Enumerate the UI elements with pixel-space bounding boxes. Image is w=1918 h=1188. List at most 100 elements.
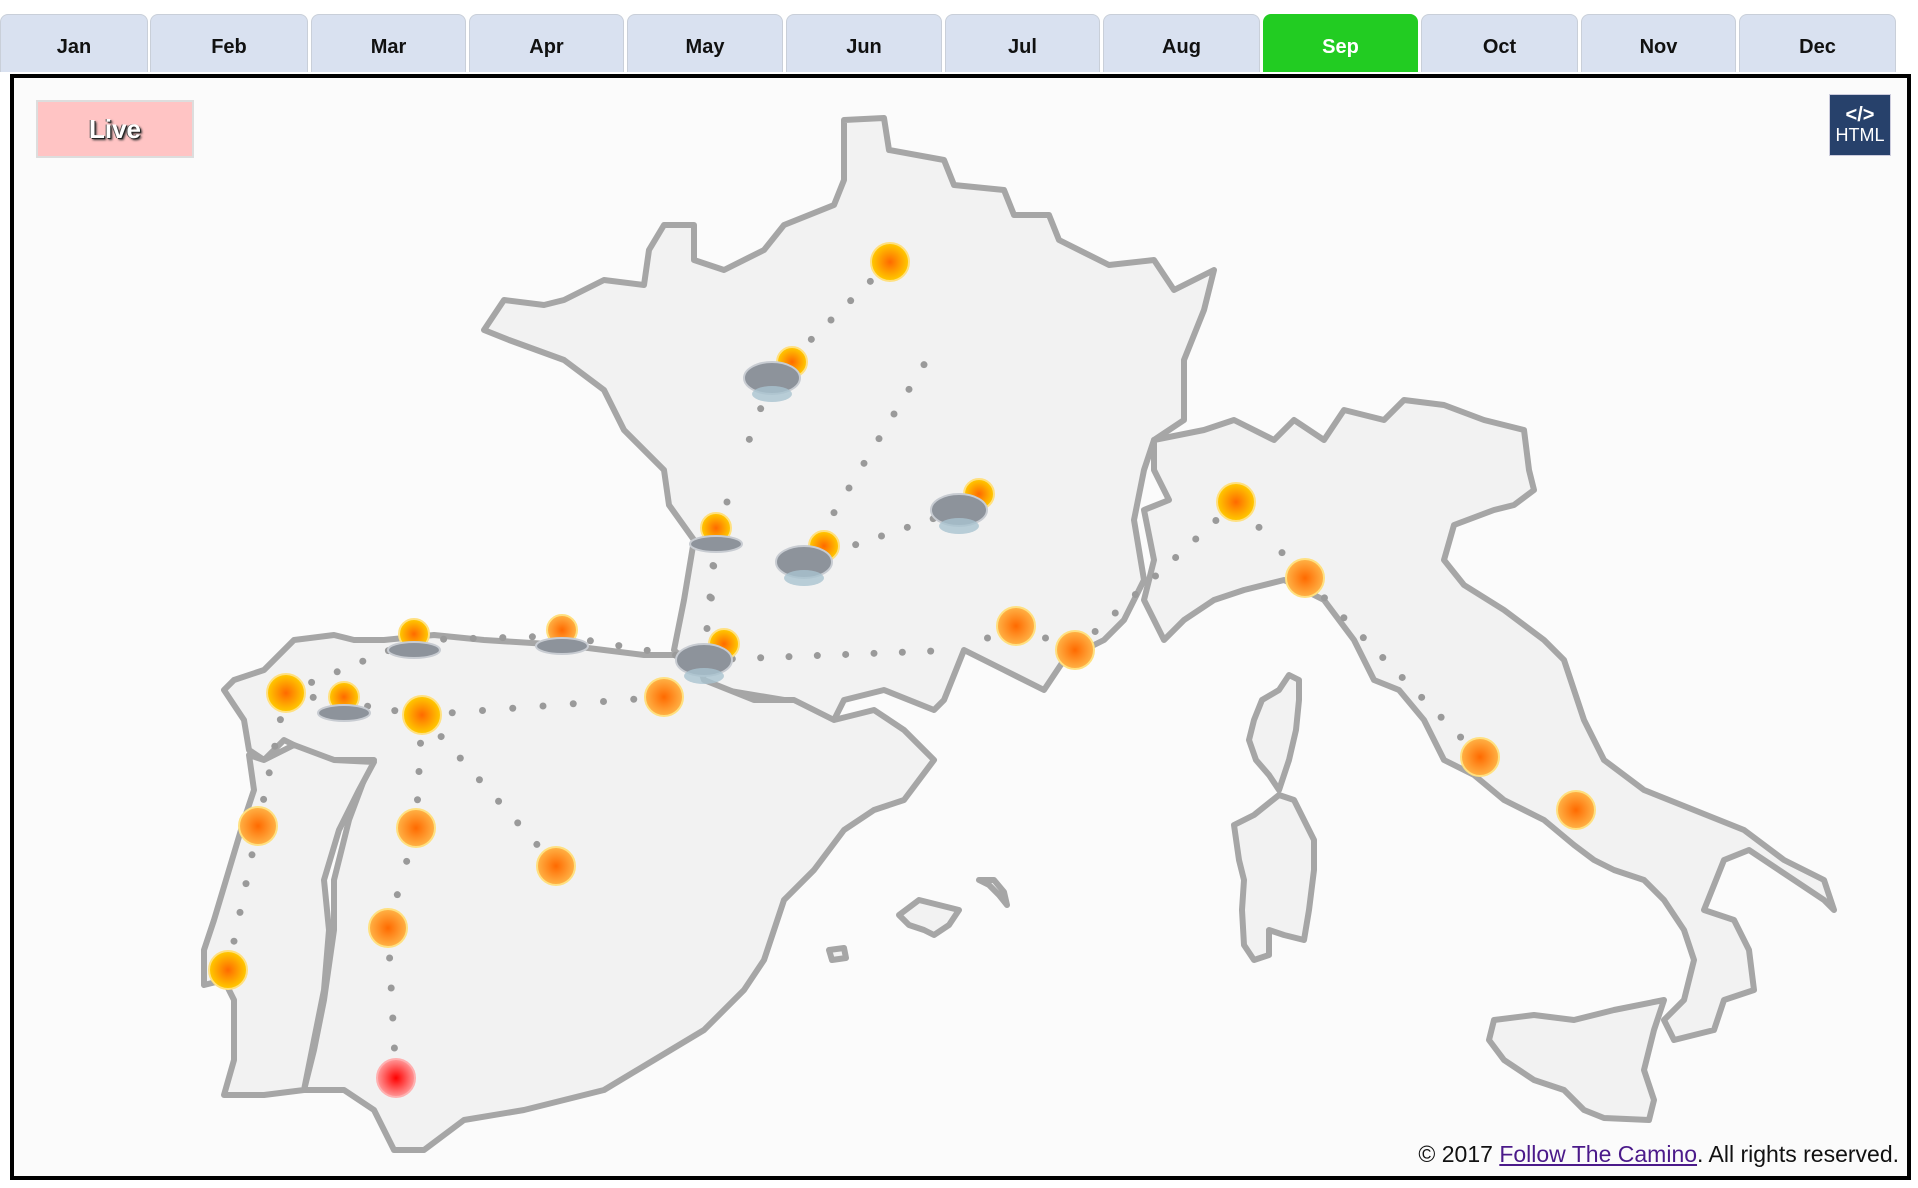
route-dot	[1212, 517, 1220, 524]
route-dot	[265, 769, 273, 777]
route-dot	[475, 776, 483, 784]
route-dot	[1340, 614, 1348, 622]
tab-dec[interactable]: Dec	[1739, 14, 1896, 72]
route-dot	[615, 642, 623, 650]
weather-marker-sun[interactable]	[1285, 558, 1325, 598]
route-dot	[333, 668, 341, 676]
route-dot	[1192, 535, 1200, 543]
weather-marker-sun[interactable]	[870, 242, 910, 282]
copyright-footer: © 2017 Follow The Camino. All rights res…	[1418, 1141, 1899, 1168]
route-dot	[827, 316, 835, 324]
sun-icon	[644, 677, 684, 717]
route-dot	[495, 797, 503, 805]
sun-icon	[1055, 630, 1095, 670]
tab-aug[interactable]: Aug	[1103, 14, 1260, 72]
sun-icon	[396, 808, 436, 848]
route-dot	[1379, 654, 1387, 662]
route-dot	[309, 693, 317, 701]
route-dot	[845, 484, 853, 492]
sun-icon	[1216, 482, 1256, 522]
weather-marker-sun[interactable]	[376, 1058, 416, 1098]
route-dot	[630, 695, 638, 703]
rain-icon	[939, 518, 979, 534]
tab-nov[interactable]: Nov	[1581, 14, 1736, 72]
route-dot	[785, 653, 793, 661]
weather-marker-sun[interactable]	[208, 950, 248, 990]
route-dot	[448, 709, 456, 717]
tab-oct[interactable]: Oct	[1421, 14, 1578, 72]
weather-marker-sun[interactable]	[238, 806, 278, 846]
route-dot	[757, 405, 765, 413]
route-dot	[440, 635, 448, 643]
route-dot	[1042, 634, 1049, 642]
route-dot	[600, 698, 607, 705]
route-dot	[230, 937, 238, 945]
tab-may[interactable]: May	[627, 14, 783, 72]
route-dot	[860, 459, 868, 467]
tab-sep[interactable]: Sep	[1263, 14, 1418, 72]
embed-html-button[interactable]: </> HTML	[1829, 94, 1891, 156]
route-dot	[403, 857, 411, 865]
weather-marker-sun[interactable]	[996, 606, 1036, 646]
route-dot	[390, 1044, 398, 1052]
code-icon: </>	[1845, 104, 1875, 126]
weather-marker-sun[interactable]	[266, 673, 306, 713]
tab-apr[interactable]: Apr	[469, 14, 624, 72]
route-dot	[1131, 591, 1139, 598]
tab-jan[interactable]: Jan	[0, 14, 148, 72]
region-corsica	[1246, 672, 1302, 793]
sun-icon	[208, 950, 248, 990]
route-dot	[386, 954, 394, 962]
route-dot	[870, 649, 878, 657]
weather-marker-sun[interactable]	[368, 908, 408, 948]
tab-feb[interactable]: Feb	[150, 14, 308, 72]
weather-marker-sun[interactable]	[644, 677, 684, 717]
route-dot	[1359, 634, 1367, 642]
route-dot	[437, 733, 445, 741]
region-sardinia	[1231, 792, 1317, 963]
route-dot	[1418, 693, 1426, 701]
tab-jun[interactable]: Jun	[786, 14, 942, 72]
month-tabs: Jan Feb Mar Apr May Jun Jul Aug Sep Oct Nov Dec	[0, 14, 1900, 74]
sun-icon	[402, 695, 442, 735]
weather-marker-sun[interactable]	[402, 695, 442, 735]
weather-marker-sun[interactable]	[1556, 790, 1596, 830]
route-dot	[1172, 554, 1180, 561]
route-dot	[242, 880, 250, 888]
route-dot	[479, 707, 486, 714]
route-dot	[236, 908, 244, 916]
follow-the-camino-link[interactable]: Follow The Camino	[1499, 1141, 1697, 1167]
route-dot	[387, 984, 395, 992]
sun-icon	[238, 806, 278, 846]
copyright-prefix: © 2017	[1418, 1141, 1500, 1167]
route-dot	[1320, 594, 1328, 602]
route-dot	[847, 297, 855, 305]
sun-icon	[266, 673, 306, 713]
weather-marker-sun[interactable]	[1460, 737, 1500, 777]
route-dot	[569, 700, 577, 708]
route-dot	[359, 657, 367, 665]
region-france	[481, 115, 1217, 723]
weather-marker-sun[interactable]	[536, 846, 576, 886]
route-dot	[417, 739, 424, 747]
tab-mar[interactable]: Mar	[311, 14, 466, 72]
sun-icon	[376, 1058, 416, 1098]
route-dot	[539, 702, 547, 710]
weather-map[interactable]	[14, 78, 1907, 1176]
weather-marker-sun[interactable]	[396, 808, 436, 848]
route-dot	[852, 541, 860, 549]
rain-icon	[684, 668, 724, 684]
route-dot	[1398, 673, 1406, 681]
sun-icon	[1460, 737, 1500, 777]
weather-marker-sun[interactable]	[1216, 482, 1256, 522]
route-dot	[1437, 713, 1445, 721]
weather-marker-sun-cloud[interactable]	[535, 614, 589, 655]
route-dot	[393, 891, 401, 899]
tab-jul[interactable]: Jul	[945, 14, 1100, 72]
embed-html-label: HTML	[1835, 125, 1885, 145]
route-dot	[533, 840, 541, 848]
weather-marker-sun[interactable]	[1055, 630, 1095, 670]
sun-icon	[1285, 558, 1325, 598]
live-button[interactable]: Live	[36, 100, 194, 158]
route-dot	[308, 678, 316, 686]
